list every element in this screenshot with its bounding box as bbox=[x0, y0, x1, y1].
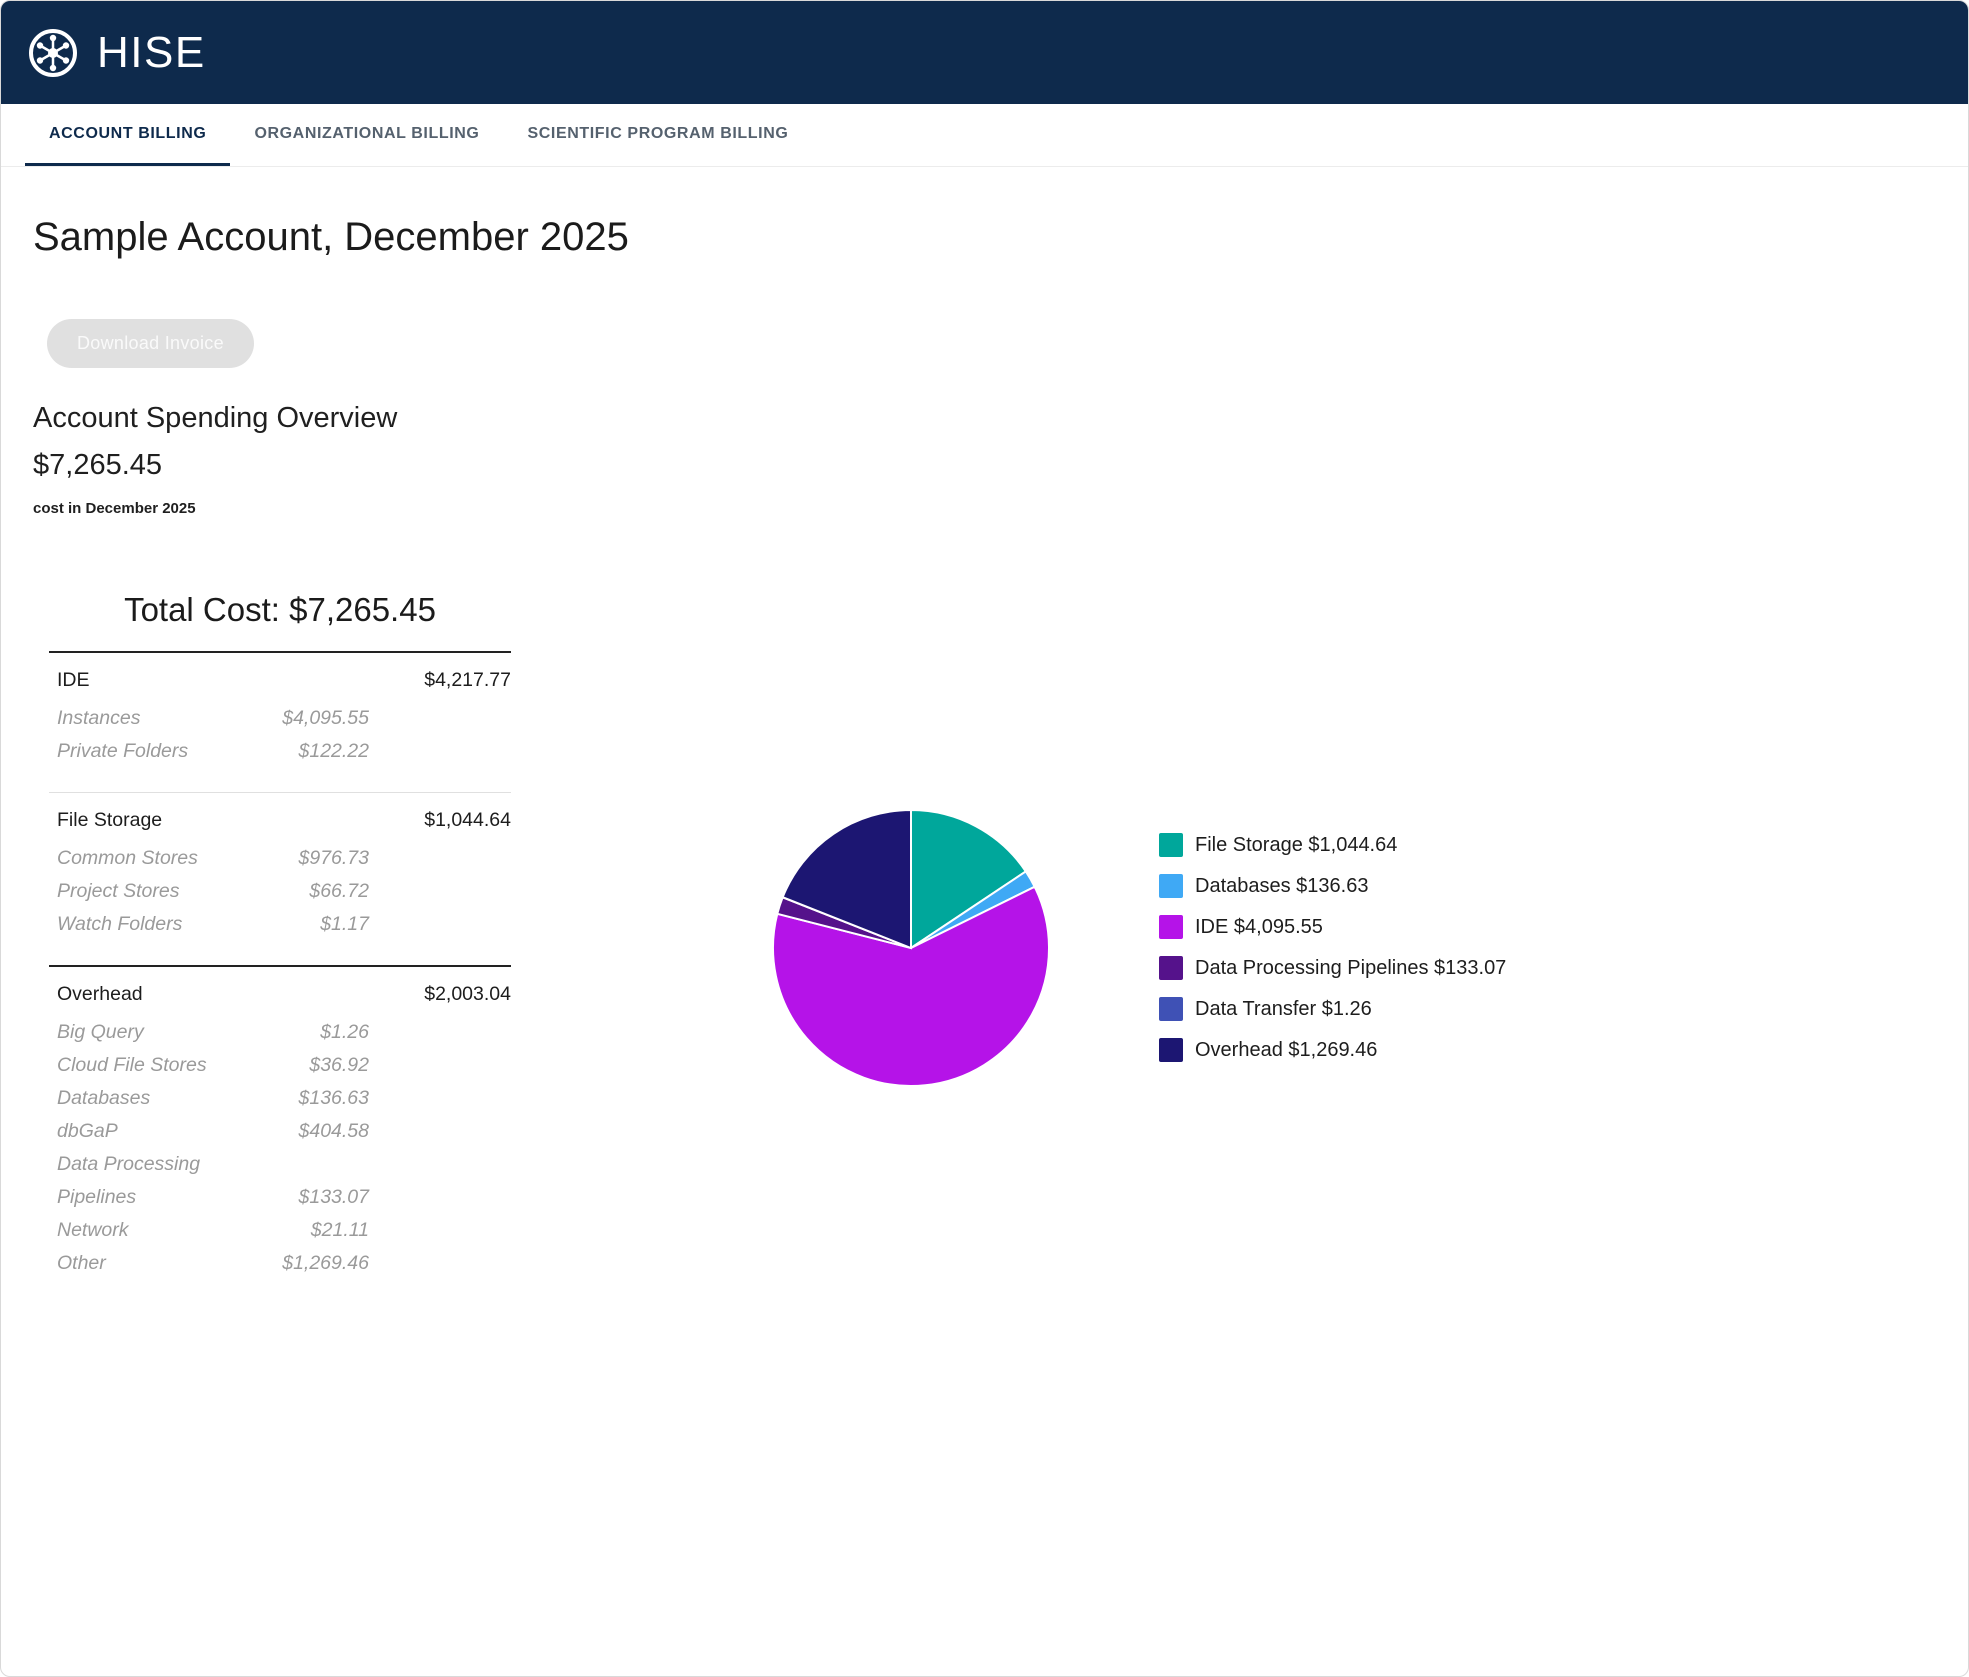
tab-label: ACCOUNT BILLING bbox=[49, 125, 206, 142]
cost-line-item: Common Stores $976.73 bbox=[49, 842, 511, 875]
app-title: HISE bbox=[97, 31, 206, 75]
legend-swatch bbox=[1159, 956, 1183, 980]
cost-item-amount: $976.73 bbox=[213, 842, 369, 875]
cost-line-item: Project Stores $66.72 bbox=[49, 875, 511, 908]
legend-swatch bbox=[1159, 997, 1183, 1021]
hise-logo-icon bbox=[27, 27, 79, 79]
cost-category-total: $4,217.77 bbox=[371, 669, 511, 692]
cost-item-amount: $404.58 bbox=[213, 1115, 369, 1148]
legend-item-databases: Databases $136.63 bbox=[1159, 874, 1506, 898]
cost-category-total: $1,044.64 bbox=[371, 809, 511, 832]
legend-label: Overhead $1,269.46 bbox=[1195, 1039, 1377, 1062]
cost-section-items: Instances $4,095.55 Private Folders $122… bbox=[49, 702, 511, 768]
brand[interactable]: HISE bbox=[27, 27, 206, 79]
cost-section-header: Overhead $2,003.04 bbox=[49, 973, 511, 1016]
chart-legend: File Storage $1,044.64 Databases $136.63… bbox=[1159, 816, 1506, 1079]
legend-swatch bbox=[1159, 915, 1183, 939]
spending-overview-heading: Account Spending Overview bbox=[33, 402, 1968, 435]
cost-line-item: Watch Folders $1.17 bbox=[49, 908, 511, 941]
cost-item-label: Cloud File Stores bbox=[57, 1049, 213, 1082]
cost-item-label: dbGaP bbox=[57, 1115, 213, 1148]
total-caption: cost in December 2025 bbox=[33, 500, 1968, 517]
cost-item-amount: $122.22 bbox=[213, 735, 369, 768]
tab-label: SCIENTIFIC PROGRAM BILLING bbox=[527, 125, 788, 142]
cost-item-amount: $1.17 bbox=[213, 908, 369, 941]
cost-line-item: Network $21.11 bbox=[49, 1214, 511, 1247]
tab-bar: ACCOUNT BILLING ORGANIZATIONAL BILLING SCI… bbox=[1, 104, 1968, 167]
cost-category-total: $2,003.04 bbox=[371, 983, 511, 1006]
cost-item-amount: $4,095.55 bbox=[213, 702, 369, 735]
total-amount: $7,265.45 bbox=[33, 449, 1968, 482]
app-header: HISE bbox=[1, 1, 1968, 104]
cost-table-body: IDE $4,217.77 Instances $4,095.55 Privat… bbox=[49, 651, 511, 1304]
cost-table-title: Total Cost: $7,265.45 bbox=[49, 591, 511, 629]
cost-section-header: IDE $4,217.77 bbox=[49, 659, 511, 702]
main-content: Sample Account, December 2025 Download I… bbox=[1, 213, 1968, 1304]
pie-chart bbox=[761, 798, 1061, 1098]
cost-category-name: File Storage bbox=[57, 809, 371, 832]
cost-item-label: Instances bbox=[57, 702, 213, 735]
cost-section-items: Big Query $1.26 Cloud File Stores $36.92… bbox=[49, 1016, 511, 1280]
legend-label: IDE $4,095.55 bbox=[1195, 916, 1323, 939]
legend-swatch bbox=[1159, 1038, 1183, 1062]
cost-table: Total Cost: $7,265.45 IDE $4,217.77 Inst… bbox=[49, 591, 511, 1304]
cost-category-name: IDE bbox=[57, 669, 371, 692]
download-invoice-button[interactable]: Download Invoice bbox=[47, 319, 254, 368]
cost-section-items: Common Stores $976.73 Project Stores $66… bbox=[49, 842, 511, 941]
cost-section-header: File Storage $1,044.64 bbox=[49, 799, 511, 842]
legend-item-ide: IDE $4,095.55 bbox=[1159, 915, 1506, 939]
cost-line-item: Instances $4,095.55 bbox=[49, 702, 511, 735]
cost-item-label: Data Processing Pipelines bbox=[57, 1148, 213, 1214]
legend-label: Databases $136.63 bbox=[1195, 875, 1368, 898]
cost-category-name: Overhead bbox=[57, 983, 371, 1006]
tab-organizational-billing[interactable]: ORGANIZATIONAL BILLING bbox=[230, 104, 503, 166]
cost-item-label: Common Stores bbox=[57, 842, 213, 875]
cost-item-label: Project Stores bbox=[57, 875, 213, 908]
legend-swatch bbox=[1159, 874, 1183, 898]
legend-item-overhead: Overhead $1,269.46 bbox=[1159, 1038, 1506, 1062]
cost-line-item: Cloud File Stores $36.92 bbox=[49, 1049, 511, 1082]
cost-item-label: Private Folders bbox=[57, 735, 213, 768]
cost-item-label: Databases bbox=[57, 1082, 213, 1115]
cost-item-amount: $1.26 bbox=[213, 1016, 369, 1049]
pie-chart-svg bbox=[761, 798, 1061, 1098]
tab-label: ORGANIZATIONAL BILLING bbox=[254, 125, 479, 142]
page-title: Sample Account, December 2025 bbox=[33, 213, 1968, 261]
cost-line-item: Private Folders $122.22 bbox=[49, 735, 511, 768]
cost-item-amount: $1,269.46 bbox=[213, 1247, 369, 1280]
spending-detail-row: Total Cost: $7,265.45 IDE $4,217.77 Inst… bbox=[33, 591, 1968, 1304]
legend-item-file-storage: File Storage $1,044.64 bbox=[1159, 833, 1506, 857]
cost-item-amount: $136.63 bbox=[213, 1082, 369, 1115]
cost-item-amount: $21.11 bbox=[213, 1214, 369, 1247]
cost-line-item: Databases $136.63 bbox=[49, 1082, 511, 1115]
app-window: HISE ACCOUNT BILLING ORGANIZATIONAL BILLI… bbox=[0, 0, 1969, 1677]
tab-scientific-program-billing[interactable]: SCIENTIFIC PROGRAM BILLING bbox=[503, 104, 812, 166]
cost-item-label: Network bbox=[57, 1214, 213, 1247]
cost-line-item: Other $1,269.46 bbox=[49, 1247, 511, 1280]
cost-item-label: Other bbox=[57, 1247, 213, 1280]
cost-item-label: Big Query bbox=[57, 1016, 213, 1049]
legend-swatch bbox=[1159, 833, 1183, 857]
legend-label: File Storage $1,044.64 bbox=[1195, 834, 1397, 857]
cost-item-amount: $133.07 bbox=[213, 1181, 369, 1214]
legend-label: Data Transfer $1.26 bbox=[1195, 998, 1372, 1021]
cost-section-file-storage: File Storage $1,044.64 Common Stores $97… bbox=[49, 792, 511, 965]
cost-item-amount: $66.72 bbox=[213, 875, 369, 908]
legend-label: Data Processing Pipelines $133.07 bbox=[1195, 957, 1506, 980]
legend-item-data-processing-pipelines: Data Processing Pipelines $133.07 bbox=[1159, 956, 1506, 980]
chart-area: File Storage $1,044.64 Databases $136.63… bbox=[761, 798, 1506, 1098]
cost-line-item: dbGaP $404.58 bbox=[49, 1115, 511, 1148]
cost-item-amount: $36.92 bbox=[213, 1049, 369, 1082]
cost-item-label: Watch Folders bbox=[57, 908, 213, 941]
tab-account-billing[interactable]: ACCOUNT BILLING bbox=[25, 104, 230, 166]
legend-item-data-transfer: Data Transfer $1.26 bbox=[1159, 997, 1506, 1021]
cost-line-item: Big Query $1.26 bbox=[49, 1016, 511, 1049]
cost-section-overhead: Overhead $2,003.04 Big Query $1.26 Cloud… bbox=[49, 965, 511, 1304]
cost-section-ide: IDE $4,217.77 Instances $4,095.55 Privat… bbox=[49, 651, 511, 792]
cost-line-item: Data Processing Pipelines $133.07 bbox=[49, 1148, 511, 1214]
